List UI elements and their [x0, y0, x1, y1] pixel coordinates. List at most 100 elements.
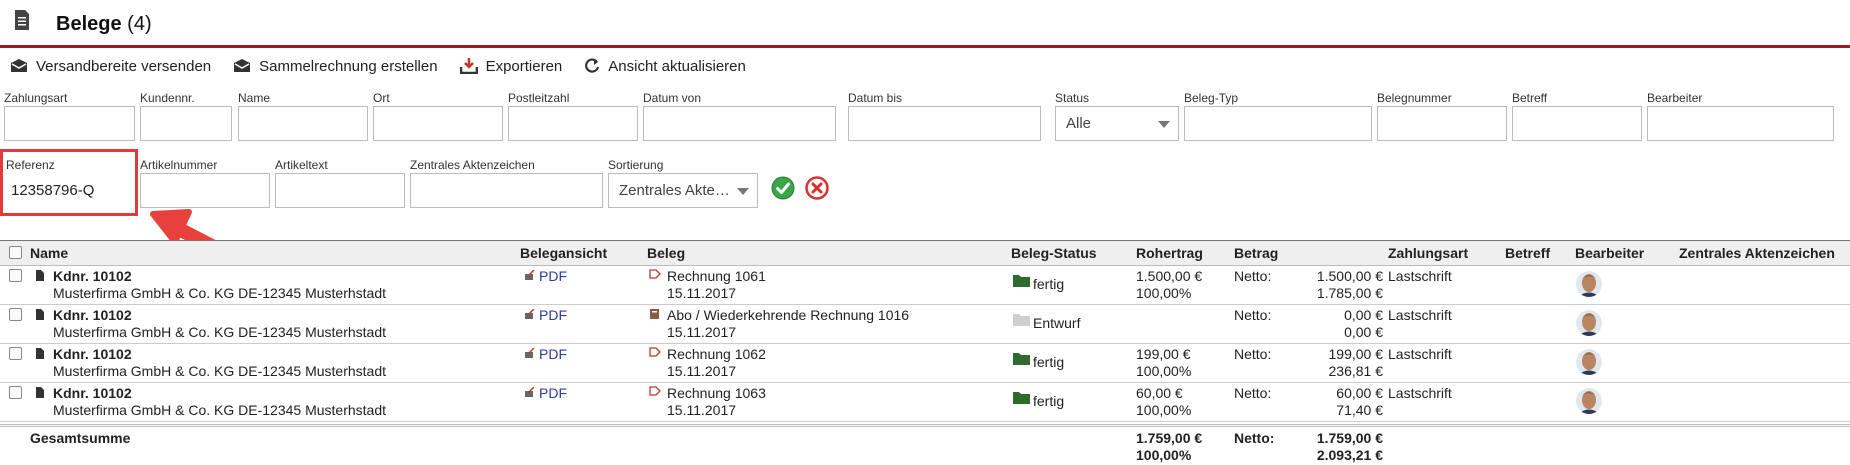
netto-label: Netto: — [1234, 268, 1272, 284]
netto-label: Netto: — [1234, 346, 1272, 362]
artikelnummer-input[interactable] — [140, 173, 270, 208]
artikeltext-input[interactable] — [275, 173, 405, 208]
refresh-button[interactable]: Ansicht aktualisieren — [584, 58, 746, 75]
zahlungsart-label: Zahlungsart — [4, 91, 68, 105]
pdf-link[interactable]: PDF — [539, 268, 567, 285]
total-label: Gesamtsumme — [30, 430, 131, 446]
beleg-typ-label: Beleg-Typ — [1184, 91, 1239, 105]
customer-number[interactable]: Kdnr. 10102 — [53, 268, 132, 285]
page-title: Belege (4) — [56, 13, 152, 35]
col-bearbeiter[interactable]: Bearbeiter — [1575, 245, 1644, 261]
customer-number[interactable]: Kdnr. 10102 — [53, 346, 132, 363]
select-all-checkbox[interactable] — [9, 246, 22, 259]
beleg-title[interactable]: Rechnung 1062 — [667, 346, 766, 363]
folder-icon — [1013, 275, 1030, 287]
row-checkbox[interactable] — [9, 269, 22, 282]
name-label: Name — [238, 91, 271, 105]
send-ready-button[interactable]: Versandbereite versenden — [10, 58, 211, 75]
customer-address: Musterfirma GmbH & Co. KG DE-12345 Muste… — [53, 402, 386, 418]
row-checkbox[interactable] — [9, 386, 22, 399]
zahlungsart-value: Lastschrift — [1388, 268, 1452, 284]
netto-value: 0,00 € — [1344, 307, 1383, 323]
avatar[interactable] — [1576, 388, 1602, 414]
caret-down-icon — [737, 188, 749, 195]
brutto-value: 236,81 € — [1328, 363, 1384, 379]
rohertrag-percent: 100,00% — [1136, 402, 1192, 418]
betreff-input[interactable] — [1512, 106, 1642, 141]
row-checkbox[interactable] — [9, 347, 22, 360]
folder-icon — [1013, 353, 1030, 365]
aktenzeichen-input[interactable] — [410, 173, 603, 208]
toolbar: Versandbereite versenden Sammelrechnung … — [0, 52, 758, 80]
cancel-icon[interactable] — [805, 176, 829, 200]
beleg-title[interactable]: Rechnung 1063 — [667, 385, 766, 402]
beleg-date: 15.11.2017 — [667, 324, 737, 340]
avatar[interactable] — [1576, 271, 1602, 297]
netto-label: Netto: — [1234, 385, 1272, 401]
datum-von-input[interactable] — [643, 106, 836, 141]
collective-invoice-button[interactable]: Sammelrechnung erstellen — [233, 58, 438, 75]
plz-input[interactable] — [508, 106, 638, 141]
col-belegansicht[interactable]: Belegansicht — [520, 245, 607, 261]
col-betrag[interactable]: Betrag — [1234, 245, 1278, 261]
name-input[interactable] — [238, 106, 368, 141]
status-label: Status — [1055, 91, 1090, 105]
download-icon — [459, 58, 478, 74]
col-betreff[interactable]: Betreff — [1505, 245, 1550, 261]
brutto-value: 71,40 € — [1336, 402, 1383, 418]
pdf-link[interactable]: PDF — [539, 385, 567, 402]
artikelnummer-label: Artikelnummer — [140, 158, 218, 172]
customer-number[interactable]: Kdnr. 10102 — [53, 385, 132, 402]
col-rohertrag[interactable]: Rohertrag — [1136, 245, 1203, 261]
ort-label: Ort — [373, 91, 390, 105]
col-name[interactable]: Name — [30, 245, 68, 261]
datum-bis-input[interactable] — [848, 106, 1041, 141]
beleg-title[interactable]: Abo / Wiederkehrende Rechnung 1016 — [667, 307, 909, 324]
export-button[interactable]: Exportieren — [459, 58, 562, 75]
zahlungsart-value: Lastschrift — [1388, 346, 1452, 362]
belegnummer-input[interactable] — [1377, 106, 1507, 141]
col-status[interactable]: Beleg-Status — [1011, 245, 1097, 261]
pdf-link[interactable]: PDF — [539, 346, 567, 363]
bearbeiter-label: Bearbeiter — [1647, 91, 1703, 105]
rohertrag-percent: 100,00% — [1136, 285, 1192, 301]
beleg-date: 15.11.2017 — [667, 402, 737, 418]
col-zahlungsart[interactable]: Zahlungsart — [1388, 245, 1468, 261]
avatar[interactable] — [1576, 310, 1602, 336]
avatar[interactable] — [1576, 349, 1602, 375]
betreff-label: Betreff — [1512, 91, 1548, 105]
col-beleg[interactable]: Beleg — [647, 245, 685, 261]
rohertrag-value: 60,00 € — [1136, 385, 1183, 401]
total-rohertrag-pct: 100,00% — [1136, 447, 1192, 463]
document-icon — [36, 387, 44, 398]
record-count: (4) — [127, 13, 152, 35]
zahlungsart-value: Lastschrift — [1388, 307, 1452, 323]
beleg-title[interactable]: Rechnung 1061 — [667, 268, 766, 285]
datum-von-label: Datum von — [643, 91, 702, 105]
status-text: Entwurf — [1033, 315, 1081, 331]
status-select[interactable]: Alle — [1055, 106, 1179, 141]
rohertrag-value: 1.500,00 € — [1136, 268, 1203, 284]
zahlungsart-input[interactable] — [4, 106, 135, 141]
table-row[interactable]: Kdnr. 10102 Musterfirma GmbH & Co. KG DE-… — [0, 265, 1850, 305]
col-aktenzeichen[interactable]: Zentrales Aktenzeichen — [1679, 245, 1835, 261]
status-text: fertig — [1033, 276, 1065, 292]
status-text: fertig — [1033, 354, 1065, 370]
table-row[interactable]: Kdnr. 10102 Musterfirma GmbH & Co. KG DE-… — [0, 343, 1850, 383]
beleg-typ-input[interactable] — [1184, 106, 1372, 141]
check-icon[interactable] — [771, 176, 795, 200]
total-netto-label: Netto: — [1234, 430, 1275, 446]
customer-address: Musterfirma GmbH & Co. KG DE-12345 Muste… — [53, 285, 386, 301]
table-row[interactable]: Kdnr. 10102 Musterfirma GmbH & Co. KG DE-… — [0, 382, 1850, 422]
pdf-link[interactable]: PDF — [539, 307, 567, 324]
row-checkbox[interactable] — [9, 308, 22, 321]
netto-value: 1.500,00 € — [1316, 268, 1383, 284]
sortierung-select[interactable]: Zentrales Akte… — [608, 173, 758, 208]
kundennr-input[interactable] — [140, 106, 232, 141]
document-icon — [15, 10, 29, 30]
subscription-icon — [650, 309, 659, 319]
table-row[interactable]: Kdnr. 10102 Musterfirma GmbH & Co. KG DE-… — [0, 304, 1850, 344]
bearbeiter-input[interactable] — [1647, 106, 1834, 141]
ort-input[interactable] — [373, 106, 503, 141]
customer-number[interactable]: Kdnr. 10102 — [53, 307, 132, 324]
